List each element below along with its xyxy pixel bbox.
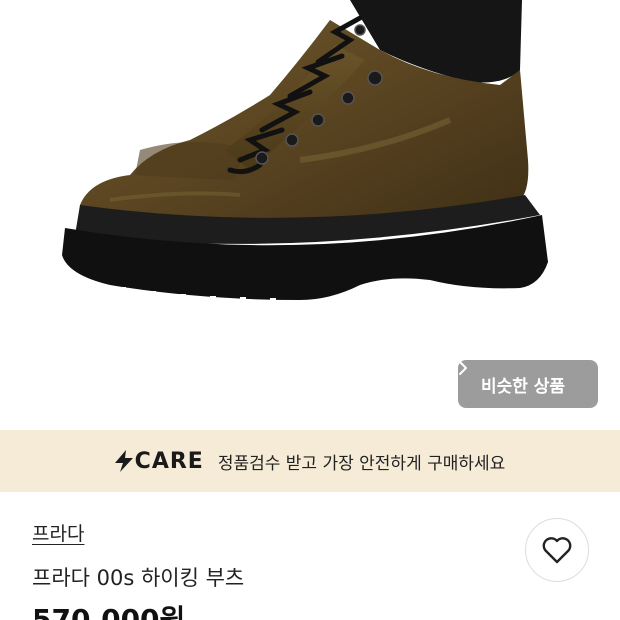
- like-button[interactable]: [525, 518, 589, 582]
- care-logo: CARE: [114, 448, 204, 474]
- product-detail-page: 비슷한 상품 CARE 정품검수 받고 가장 안전하게 구매하세요 프라다 프라…: [0, 0, 620, 620]
- product-price: 570,000원: [32, 603, 186, 620]
- brand-link[interactable]: 프라다: [32, 519, 84, 546]
- similar-products-label: 비슷한 상품: [480, 376, 566, 397]
- heart-outline-icon: [542, 537, 572, 564]
- lightning-bolt-icon: [114, 450, 133, 472]
- care-logo-text: CARE: [134, 448, 204, 474]
- product-title: 프라다 00s 하이킹 부츠: [32, 566, 245, 590]
- care-banner[interactable]: CARE 정품검수 받고 가장 안전하게 구매하세요: [0, 430, 620, 492]
- similar-products-button[interactable]: 비슷한 상품: [458, 360, 598, 408]
- product-image[interactable]: 비슷한 상품: [0, 0, 620, 430]
- care-message: 정품검수 받고 가장 안전하게 구매하세요: [217, 453, 506, 474]
